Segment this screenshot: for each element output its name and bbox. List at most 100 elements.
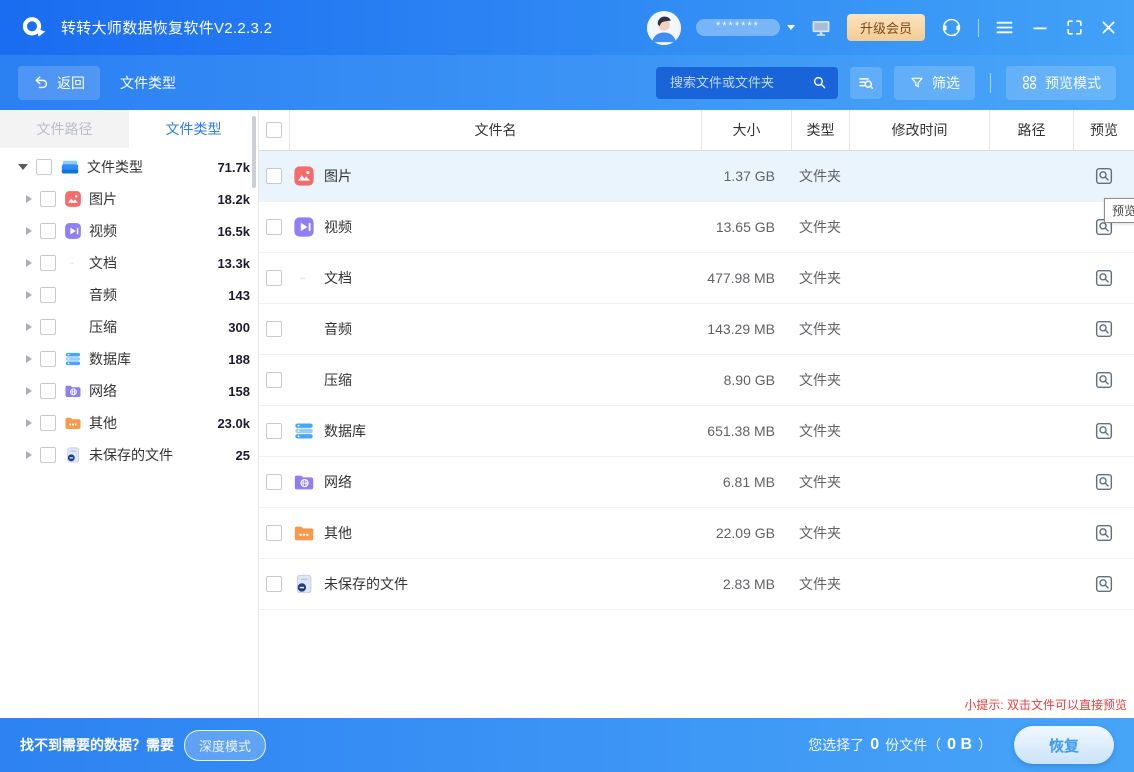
preview-icon[interactable]	[1094, 472, 1114, 492]
column-header-path[interactable]: 路径	[989, 110, 1073, 150]
network-icon	[64, 382, 82, 400]
tab-file-path[interactable]: 文件路径	[0, 110, 129, 148]
expand-arrow-icon[interactable]	[26, 419, 32, 427]
table-row[interactable]: 视频 13.65 GB 文件夹	[259, 202, 1134, 253]
tree-checkbox[interactable]	[36, 159, 52, 175]
headset-icon[interactable]	[940, 16, 963, 39]
file-type: 文件夹	[791, 574, 849, 594]
tree-item-videos[interactable]: 视频 16.5k	[0, 215, 258, 247]
column-header-name[interactable]: 文件名	[289, 110, 701, 150]
expand-arrow-icon[interactable]	[26, 355, 32, 363]
tree-label: 音频	[89, 285, 117, 305]
minimize-icon[interactable]	[1030, 18, 1050, 38]
upgrade-member-button[interactable]: 升级会员	[847, 14, 925, 41]
tree-checkbox[interactable]	[40, 319, 56, 335]
tree-item-images[interactable]: 图片 18.2k	[0, 183, 258, 215]
table-row[interactable]: 网络 6.81 MB 文件夹	[259, 457, 1134, 508]
preview-icon[interactable]	[1094, 319, 1114, 339]
titlebar-separator	[978, 19, 979, 37]
expand-arrow-icon[interactable]	[26, 451, 32, 459]
user-menu[interactable]: *******	[696, 19, 795, 36]
file-name: 视频	[324, 217, 352, 237]
file-size: 8.90 GB	[701, 372, 791, 388]
preview-icon[interactable]	[1094, 574, 1114, 594]
close-icon[interactable]	[1099, 18, 1118, 37]
expand-arrow-icon[interactable]	[26, 323, 32, 331]
preview-icon[interactable]	[1094, 370, 1114, 390]
preview-mode-button[interactable]: 预览模式	[1006, 66, 1116, 100]
file-size: 13.65 GB	[701, 219, 791, 235]
sidebar-scrollbar[interactable]	[252, 116, 256, 188]
tree-checkbox[interactable]	[40, 191, 56, 207]
row-checkbox[interactable]	[266, 372, 282, 388]
deep-mode-button[interactable]: 深度模式	[184, 730, 266, 761]
row-checkbox[interactable]	[266, 270, 282, 286]
search-icon[interactable]	[811, 74, 828, 91]
table-row[interactable]: 数据库 651.38 MB 文件夹	[259, 406, 1134, 457]
tree-item-databases[interactable]: 数据库 188	[0, 343, 258, 375]
column-header-type[interactable]: 类型	[791, 110, 849, 150]
menu-icon[interactable]	[994, 17, 1015, 38]
row-checkbox[interactable]	[266, 474, 282, 490]
preview-icon[interactable]	[1094, 523, 1114, 543]
row-checkbox[interactable]	[266, 423, 282, 439]
tree-checkbox[interactable]	[40, 383, 56, 399]
table-row[interactable]: 未保存的文件 2.83 MB 文件夹	[259, 559, 1134, 610]
tree-count: 23.0k	[217, 416, 250, 431]
file-name: 压缩	[324, 370, 352, 390]
tree-checkbox[interactable]	[40, 415, 56, 431]
preview-icon[interactable]	[1094, 421, 1114, 441]
file-name: 未保存的文件	[324, 574, 408, 594]
tree-item-audio[interactable]: 音频 143	[0, 279, 258, 311]
tree-item-other[interactable]: 其他 23.0k	[0, 407, 258, 439]
column-header-size[interactable]: 大小	[701, 110, 791, 150]
other-folder-icon	[64, 414, 82, 432]
back-button[interactable]: 返回	[18, 66, 100, 100]
preview-mode-label: 预览模式	[1045, 73, 1101, 93]
unsaved-file-icon	[64, 446, 82, 464]
table-row[interactable]: 图片 1.37 GB 文件夹	[259, 151, 1134, 202]
row-checkbox[interactable]	[266, 321, 282, 337]
row-checkbox[interactable]	[266, 525, 282, 541]
row-checkbox[interactable]	[266, 576, 282, 592]
filter-button[interactable]: 筛选	[894, 66, 975, 100]
preview-icon[interactable]	[1094, 166, 1114, 186]
tree-item-documents[interactable]: 文档 13.3k	[0, 247, 258, 279]
search-input[interactable]	[668, 74, 811, 91]
row-checkbox[interactable]	[266, 219, 282, 235]
expand-arrow-icon[interactable]	[26, 291, 32, 299]
preview-icon[interactable]	[1094, 268, 1114, 288]
avatar[interactable]	[647, 11, 681, 45]
hint-text: 小提示: 双击文件可以直接预览	[964, 696, 1127, 713]
tree-root[interactable]: 文件类型 71.7k	[0, 151, 258, 183]
tab-file-type[interactable]: 文件类型	[129, 110, 258, 148]
tree-item-archives[interactable]: 压缩 300	[0, 311, 258, 343]
tree-item-unsaved[interactable]: 未保存的文件 25	[0, 439, 258, 471]
table-row[interactable]: 音频 143.29 MB 文件夹	[259, 304, 1134, 355]
tree-checkbox[interactable]	[40, 447, 56, 463]
search-box[interactable]	[656, 67, 838, 99]
tree-count: 18.2k	[217, 192, 250, 207]
table-row[interactable]: 文档 477.98 MB 文件夹	[259, 253, 1134, 304]
expand-arrow-icon[interactable]	[26, 259, 32, 267]
expand-arrow-icon[interactable]	[26, 387, 32, 395]
tree-checkbox[interactable]	[40, 255, 56, 271]
maximize-icon[interactable]	[1065, 18, 1084, 37]
list-search-button[interactable]	[850, 67, 882, 99]
expand-arrow-icon[interactable]	[26, 195, 32, 203]
tree-checkbox[interactable]	[40, 223, 56, 239]
table-row[interactable]: 其他 22.09 GB 文件夹	[259, 508, 1134, 559]
collapse-arrow-icon[interactable]	[18, 164, 28, 170]
table-row[interactable]: 压缩 8.90 GB 文件夹	[259, 355, 1134, 406]
column-header-mtime[interactable]: 修改时间	[849, 110, 989, 150]
recover-button[interactable]: 恢复	[1014, 726, 1114, 764]
monitor-icon[interactable]	[810, 17, 832, 39]
row-checkbox[interactable]	[266, 168, 282, 184]
select-all-checkbox[interactable]	[266, 122, 282, 138]
column-header-preview[interactable]: 预览	[1073, 110, 1134, 150]
expand-arrow-icon[interactable]	[26, 227, 32, 235]
tree-checkbox[interactable]	[40, 351, 56, 367]
tree-checkbox[interactable]	[40, 287, 56, 303]
tree-item-network[interactable]: 网络 158	[0, 375, 258, 407]
document-icon	[293, 267, 315, 289]
